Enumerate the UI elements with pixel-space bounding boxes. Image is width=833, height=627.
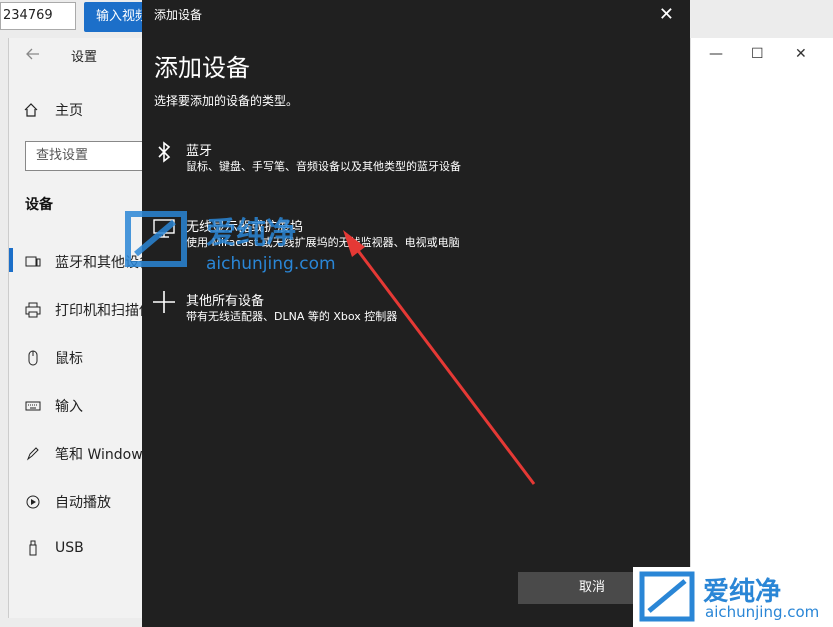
dialog-window-title: 添加设备: [154, 8, 203, 22]
nav-item-usb[interactable]: USB: [25, 540, 84, 556]
settings-search-input[interactable]: 查找设置: [25, 141, 145, 171]
nav-item-label: 打印机和扫描仪: [55, 303, 153, 319]
settings-home-link[interactable]: 主页: [23, 100, 83, 120]
top-search-input[interactable]: 234769: [0, 2, 76, 30]
monitor-icon: [153, 219, 175, 238]
add-device-dialog: 添加设备 ✕ 添加设备 选择要添加的设备的类型。 蓝牙 鼠标、键盘、手写笔、音频…: [142, 0, 690, 627]
maximize-icon[interactable]: ☐: [751, 46, 764, 62]
option-name: 其他所有设备: [186, 294, 265, 309]
plus-icon: [153, 291, 175, 313]
nav-item-label: 输入: [55, 399, 83, 415]
dialog-heading: 添加设备: [154, 54, 250, 82]
minimize-icon[interactable]: —: [709, 46, 723, 62]
selected-indicator: [9, 248, 13, 272]
autoplay-icon: [26, 495, 40, 509]
option-desc: 使用 Miracast 或无线扩展坞的无线监视器、电视或电脑: [186, 236, 460, 249]
usb-icon: [29, 540, 37, 556]
nav-item-mouse[interactable]: 鼠标: [25, 348, 83, 368]
home-label: 主页: [55, 103, 83, 119]
pen-icon: [26, 447, 39, 461]
mouse-icon: [28, 350, 38, 366]
nav-item-label: 蓝牙和其他设备: [55, 255, 153, 271]
watermark-corner-logo-icon: [639, 571, 695, 622]
option-wireless-display[interactable]: 无线显示器或扩展坞 使用 Miracast 或无线扩展坞的无线监视器、电视或电脑: [152, 216, 662, 256]
option-desc: 带有无线适配器、DLNA 等的 Xbox 控制器: [186, 310, 398, 323]
printer-icon: [25, 302, 41, 318]
option-name: 无线显示器或扩展坞: [186, 220, 304, 235]
nav-item-label: USB: [55, 540, 84, 556]
back-arrow-icon[interactable]: [25, 46, 41, 62]
option-bluetooth[interactable]: 蓝牙 鼠标、键盘、手写笔、音频设备以及其他类型的蓝牙设备: [152, 140, 662, 180]
watermark-corner: 爱纯净 aichunjing.com: [633, 567, 833, 627]
nav-item-bluetooth[interactable]: 蓝牙和其他设备: [25, 252, 153, 272]
nav-item-autoplay[interactable]: 自动播放: [25, 492, 111, 512]
nav-item-label: 自动播放: [55, 495, 111, 511]
bluetooth-devices-icon: [25, 256, 41, 267]
background-window: — ☐ ✕: [690, 38, 833, 627]
option-desc: 鼠标、键盘、手写笔、音频设备以及其他类型的蓝牙设备: [186, 160, 461, 173]
option-everything-else[interactable]: 其他所有设备 带有无线适配器、DLNA 等的 Xbox 控制器: [152, 290, 662, 330]
settings-section-devices: 设备: [25, 197, 53, 213]
nav-item-typing[interactable]: 输入: [25, 396, 83, 416]
nav-item-printers[interactable]: 打印机和扫描仪: [25, 300, 153, 320]
close-icon[interactable]: ✕: [795, 46, 807, 62]
option-name: 蓝牙: [186, 144, 213, 159]
home-icon: [24, 103, 38, 117]
settings-title: 设置: [71, 50, 98, 65]
settings-window: 设置 主页 查找设置 设备 蓝牙和其他设备 打印机和扫描仪 鼠标 输入 笔和 W…: [8, 38, 176, 618]
nav-item-label: 鼠标: [55, 351, 83, 367]
bluetooth-icon: [158, 141, 171, 163]
watermark-corner-url: aichunjing.com: [705, 603, 820, 621]
dialog-subtitle: 选择要添加的设备的类型。: [154, 94, 299, 108]
dialog-close-icon[interactable]: ✕: [659, 4, 674, 25]
keyboard-icon: [25, 401, 41, 411]
